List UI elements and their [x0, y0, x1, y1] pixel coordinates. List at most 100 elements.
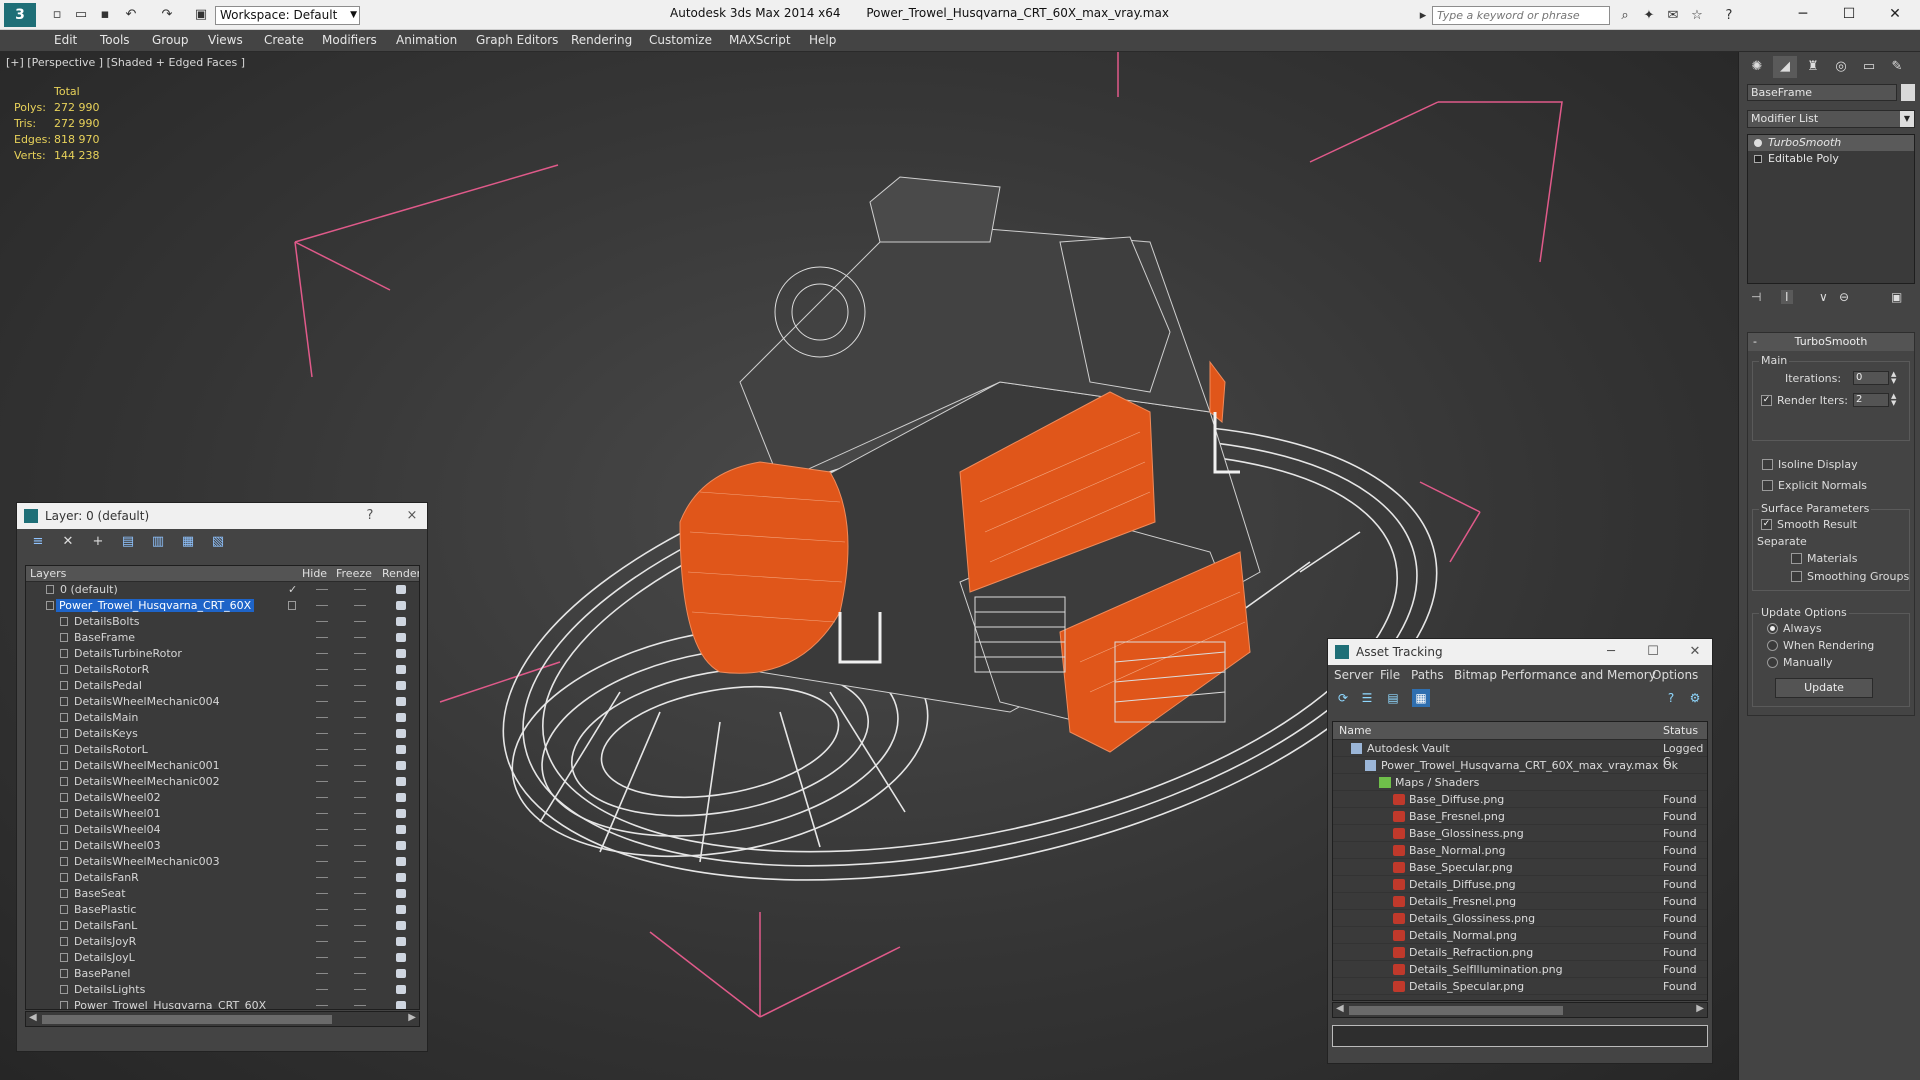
freeze-toggle[interactable] [354, 861, 366, 862]
layer-row[interactable]: DetailsWheel03 [26, 838, 419, 854]
viewport-label[interactable]: [+] [Perspective ] [Shaded + Edged Faces… [6, 56, 245, 69]
modifier-list-dropdown[interactable]: Modifier List ▼ [1747, 110, 1915, 128]
render-toggle-icon[interactable] [396, 857, 406, 866]
object-color-swatch[interactable] [1901, 84, 1915, 101]
render-toggle-icon[interactable] [396, 921, 406, 930]
column-name[interactable]: Name [1339, 724, 1371, 737]
refresh-icon[interactable]: ⟳ [1334, 689, 1352, 707]
freeze-toggle[interactable] [354, 733, 366, 734]
hide-toggle[interactable] [316, 749, 328, 750]
explicit-normals-checkbox[interactable] [1762, 480, 1773, 491]
hide-toggle[interactable] [316, 653, 328, 654]
hide-toggle[interactable] [316, 957, 328, 958]
render-toggle-icon[interactable] [396, 937, 406, 946]
smooth-result-checkbox[interactable]: ✓ [1761, 519, 1772, 530]
render-iters-checkbox[interactable]: ✓ [1761, 395, 1772, 406]
layer-row[interactable]: DetailsJoyL [26, 950, 419, 966]
utilities-tab-icon[interactable]: ✎ [1885, 56, 1909, 78]
menu-tools[interactable]: Tools [100, 33, 130, 47]
hide-toggle[interactable] [316, 909, 328, 910]
freeze-toggle[interactable] [354, 941, 366, 942]
render-toggle-icon[interactable] [396, 953, 406, 962]
motion-tab-icon[interactable]: ◎ [1829, 56, 1853, 78]
menu-edit[interactable]: Edit [54, 33, 77, 47]
update-button[interactable]: Update [1775, 678, 1873, 698]
minimize-button[interactable]: ─ [1598, 639, 1624, 665]
asset-row-file[interactable]: Power_Trowel_Husqvarna_CRT_60X_max_vray.… [1333, 757, 1707, 774]
menu-paths[interactable]: Paths [1411, 668, 1444, 682]
create-tab-icon[interactable]: ✺ [1745, 56, 1769, 78]
hide-toggle[interactable] [316, 1005, 328, 1006]
layer-list[interactable]: Layers Hide Freeze Render 0 (default) ✓ … [25, 565, 420, 1010]
maximize-button[interactable]: ☐ [1826, 0, 1872, 30]
layer-row[interactable]: DetailsJoyR [26, 934, 419, 950]
asset-horizontal-scrollbar[interactable]: ◀ ▶ [1332, 1002, 1708, 1018]
app-logo-icon[interactable]: 3 [4, 3, 36, 27]
hide-toggle[interactable] [316, 701, 328, 702]
freeze-toggle[interactable] [354, 973, 366, 974]
asset-row-maps-folder[interactable]: Maps / Shaders [1333, 774, 1707, 791]
subscription-icon[interactable]: ✦ [1640, 7, 1658, 25]
menu-group[interactable]: Group [152, 33, 189, 47]
menu-server[interactable]: Server [1334, 668, 1373, 682]
freeze-toggle[interactable] [354, 829, 366, 830]
render-iters-spinner[interactable]: 2 [1853, 393, 1889, 407]
menu-create[interactable]: Create [264, 33, 304, 47]
asset-row[interactable]: Details_Glossiness.png Found [1333, 910, 1707, 927]
freeze-toggle[interactable] [354, 621, 366, 622]
close-window-button[interactable]: ✕ [1872, 0, 1918, 30]
hide-toggle[interactable] [316, 845, 328, 846]
freeze-layer-icon[interactable]: ▧ [209, 533, 227, 551]
select-objects-icon[interactable]: ▥ [149, 533, 167, 551]
freeze-toggle[interactable] [354, 605, 366, 606]
render-toggle-icon[interactable] [396, 889, 406, 898]
render-toggle-icon[interactable] [396, 633, 406, 642]
open-file-icon[interactable]: ▭ [72, 6, 90, 24]
layer-row[interactable]: DetailsFanL [26, 918, 419, 934]
search-expand-icon[interactable]: ▸ [1414, 7, 1432, 25]
asset-row[interactable]: Base_Diffuse.png Found [1333, 791, 1707, 808]
stack-item-editable-poly[interactable]: Editable Poly [1748, 151, 1914, 167]
stack-item-turbosmooth[interactable]: TurboSmooth [1748, 135, 1914, 151]
render-toggle-icon[interactable] [396, 697, 406, 706]
render-toggle-icon[interactable] [396, 777, 406, 786]
hide-toggle[interactable] [316, 717, 328, 718]
rollout-header[interactable]: - TurboSmooth [1748, 333, 1914, 351]
render-toggle-icon[interactable] [396, 905, 406, 914]
hide-toggle[interactable] [316, 733, 328, 734]
menu-views[interactable]: Views [208, 33, 243, 47]
layer-row-selected[interactable]: Power_Trowel_Husqvarna_CRT_60X [26, 598, 419, 614]
layer-row[interactable]: DetailsWheel01 [26, 806, 419, 822]
menu-bitmap-performance[interactable]: Bitmap Performance and Memory [1454, 668, 1656, 682]
asset-row[interactable]: Details_Specular.png Found [1333, 978, 1707, 995]
add-selection-icon[interactable]: ▤ [119, 533, 137, 551]
remove-modifier-icon[interactable]: ⊖ [1839, 290, 1849, 304]
materials-checkbox[interactable] [1791, 553, 1802, 564]
render-toggle-icon[interactable] [396, 985, 406, 994]
pin-stack-icon[interactable]: ⊣ [1751, 290, 1761, 304]
column-status[interactable]: Status [1663, 724, 1698, 737]
scroll-right-icon[interactable]: ▶ [1696, 1003, 1704, 1014]
asset-tracking-titlebar[interactable]: Asset Tracking ─ ☐ ✕ [1328, 639, 1712, 665]
layer-row[interactable]: DetailsWheel04 [26, 822, 419, 838]
isoline-display-checkbox[interactable] [1762, 459, 1773, 470]
save-file-icon[interactable]: ▪ [96, 6, 114, 24]
hide-toggle[interactable] [316, 685, 328, 686]
freeze-toggle[interactable] [354, 685, 366, 686]
help-icon[interactable]: ? [1662, 689, 1680, 707]
spinner-arrows-icon[interactable]: ▲ ▼ [1891, 393, 1899, 407]
layer-row[interactable]: BasePlastic [26, 902, 419, 918]
menu-customize[interactable]: Customize [649, 33, 712, 47]
smoothing-groups-checkbox[interactable] [1791, 571, 1802, 582]
favorites-star-icon[interactable]: ☆ [1688, 7, 1706, 25]
hierarchy-tab-icon[interactable]: ♜ [1801, 56, 1825, 78]
highlight-layer-icon[interactable]: ▦ [179, 533, 197, 551]
freeze-toggle[interactable] [354, 813, 366, 814]
asset-row[interactable]: Details_Normal.png Found [1333, 927, 1707, 944]
show-end-result-icon[interactable]: Ⅰ [1781, 290, 1793, 304]
render-toggle-icon[interactable] [396, 841, 406, 850]
asset-row[interactable]: Base_Fresnel.png Found [1333, 808, 1707, 825]
hide-toggle[interactable] [316, 621, 328, 622]
render-toggle-icon[interactable] [396, 873, 406, 882]
hide-toggle[interactable] [316, 861, 328, 862]
